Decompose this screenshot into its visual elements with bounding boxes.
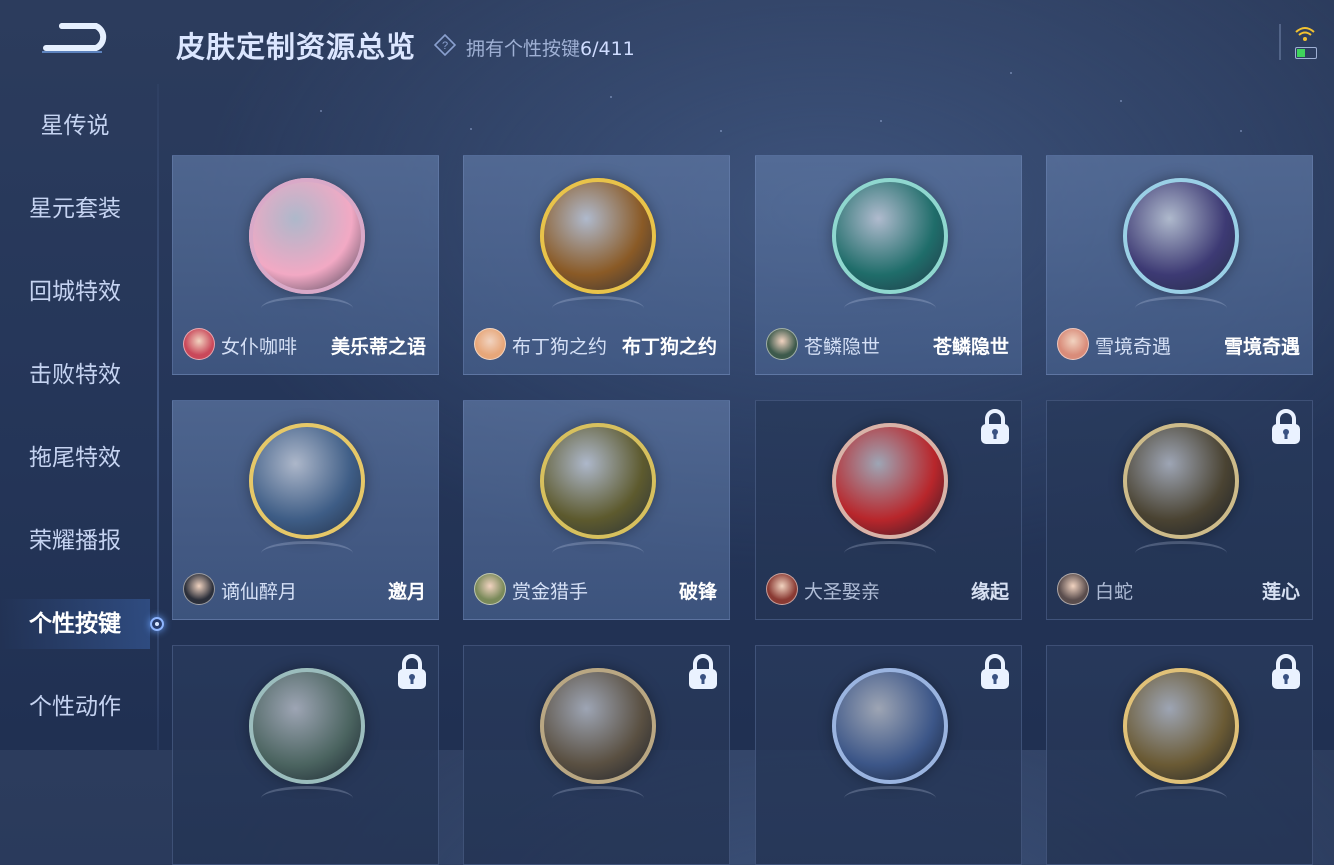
sidebar-item-custom-keys[interactable]: 个性按键 bbox=[0, 599, 150, 649]
lock-icon bbox=[1272, 409, 1300, 444]
owned-count: 6/411 bbox=[580, 38, 635, 60]
key-skin-name: 邀月 bbox=[387, 581, 426, 603]
clock-rune-icon bbox=[249, 668, 365, 784]
icon-reflection bbox=[1135, 296, 1227, 321]
hero-skin-name: 雪境奇遇 bbox=[1095, 336, 1172, 358]
icon-reflection bbox=[552, 296, 644, 321]
lock-icon bbox=[981, 409, 1009, 444]
icon-reflection bbox=[261, 296, 353, 321]
sidebar-item-trail-effect[interactable]: 拖尾特效 bbox=[0, 433, 150, 483]
hero-skin-name: 谪仙醉月 bbox=[221, 581, 298, 603]
svg-text:?: ? bbox=[442, 40, 448, 52]
key-skin-name: 雪境奇遇 bbox=[1223, 336, 1300, 358]
jade-blade-icon bbox=[832, 178, 948, 294]
hero-skin-name: 女仆咖啡 bbox=[221, 336, 298, 358]
active-indicator-dot bbox=[150, 617, 164, 631]
hero-skin-name: 赏金猎手 bbox=[512, 581, 589, 603]
hero-avatar bbox=[183, 328, 215, 360]
red-scroll-icon bbox=[832, 423, 948, 539]
skin-key-card[interactable]: 赏金猎手 破锋 bbox=[463, 400, 730, 620]
icon-reflection bbox=[552, 541, 644, 566]
skin-key-card[interactable]: 布丁狗之约 布丁狗之约 bbox=[463, 155, 730, 375]
hero-avatar bbox=[474, 573, 506, 605]
lock-icon bbox=[689, 654, 717, 689]
hero-skin-name: 苍鳞隐世 bbox=[804, 336, 881, 358]
bronze-staff-icon bbox=[540, 668, 656, 784]
icon-reflection bbox=[552, 786, 644, 811]
skin-key-card[interactable]: 雪境奇遇 雪境奇遇 bbox=[1046, 155, 1313, 375]
icon-reflection bbox=[844, 786, 936, 811]
lotus-icon bbox=[1123, 423, 1239, 539]
page-title: 皮肤定制资源总览 bbox=[176, 30, 417, 64]
icon-reflection bbox=[844, 296, 936, 321]
sidebar-item-custom-actions[interactable]: 个性动作 bbox=[0, 682, 150, 732]
sidebar: 星传说 星元套装 回城特效 击败特效 拖尾特效 荣耀播报 个性按键 个性动作 bbox=[0, 84, 158, 750]
icon-reflection bbox=[261, 541, 353, 566]
skin-key-card[interactable]: 女仆咖啡 美乐蒂之语 bbox=[172, 155, 439, 375]
key-skin-name: 破锋 bbox=[678, 581, 717, 603]
sidebar-item-star-legend[interactable]: 星传说 bbox=[0, 101, 150, 151]
lock-icon bbox=[398, 654, 426, 689]
skin-key-card[interactable]: 苍鳞隐世 苍鳞隐世 bbox=[755, 155, 1022, 375]
back-button[interactable] bbox=[36, 18, 116, 62]
sidebar-item-recall-effect[interactable]: 回城特效 bbox=[0, 267, 150, 317]
skin-key-card[interactable] bbox=[1046, 645, 1313, 865]
sidebar-item-kill-effect[interactable]: 击败特效 bbox=[0, 350, 150, 400]
hero-avatar bbox=[766, 328, 798, 360]
skin-key-card[interactable]: 白蛇 莲心 bbox=[1046, 400, 1313, 620]
purple-flower-icon bbox=[1123, 178, 1239, 294]
sidebar-item-star-suit[interactable]: 星元套装 bbox=[0, 184, 150, 234]
hero-skin-name: 大圣娶亲 bbox=[804, 581, 881, 603]
key-skin-name: 莲心 bbox=[1261, 581, 1300, 603]
back-arrow-icon bbox=[42, 23, 107, 53]
green-blade-icon bbox=[540, 423, 656, 539]
status-divider bbox=[1279, 24, 1281, 60]
skin-key-card[interactable]: 谪仙醉月 邀月 bbox=[172, 400, 439, 620]
owned-label: 拥有个性按键 bbox=[466, 38, 581, 60]
golden-veil-icon bbox=[1123, 668, 1239, 784]
icon-reflection bbox=[1135, 786, 1227, 811]
hero-skin-name: 白蛇 bbox=[1095, 581, 1134, 603]
golden-bow-icon bbox=[540, 178, 656, 294]
hero-avatar bbox=[1057, 573, 1089, 605]
key-skin-name: 美乐蒂之语 bbox=[330, 336, 426, 358]
help-icon[interactable]: ? bbox=[433, 33, 457, 57]
key-skin-name: 苍鳞隐世 bbox=[932, 336, 1009, 358]
my-melody-icon bbox=[249, 178, 365, 294]
icon-reflection bbox=[261, 786, 353, 811]
blue-wing-icon bbox=[832, 668, 948, 784]
key-skin-name: 缘起 bbox=[970, 581, 1009, 603]
skin-key-card[interactable] bbox=[463, 645, 730, 865]
hero-skin-name: 布丁狗之约 bbox=[512, 336, 608, 358]
hero-avatar bbox=[1057, 328, 1089, 360]
wifi-icon bbox=[1294, 26, 1316, 42]
hero-avatar bbox=[474, 328, 506, 360]
owned-count-text: 拥有个性按键6/411 bbox=[466, 34, 635, 61]
key-skin-name: 布丁狗之约 bbox=[621, 336, 717, 358]
moon-sword-icon bbox=[249, 423, 365, 539]
sidebar-item-glory-broadcast[interactable]: 荣耀播报 bbox=[0, 516, 150, 566]
skin-key-card[interactable]: 大圣娶亲 缘起 bbox=[755, 400, 1022, 620]
hero-avatar bbox=[766, 573, 798, 605]
icon-reflection bbox=[844, 541, 936, 566]
icon-reflection bbox=[1135, 541, 1227, 566]
lock-icon bbox=[981, 654, 1009, 689]
skin-key-card[interactable] bbox=[172, 645, 439, 865]
lock-icon bbox=[1272, 654, 1300, 689]
hero-avatar bbox=[183, 573, 215, 605]
battery-icon bbox=[1295, 47, 1317, 59]
skin-key-card[interactable] bbox=[755, 645, 1022, 865]
